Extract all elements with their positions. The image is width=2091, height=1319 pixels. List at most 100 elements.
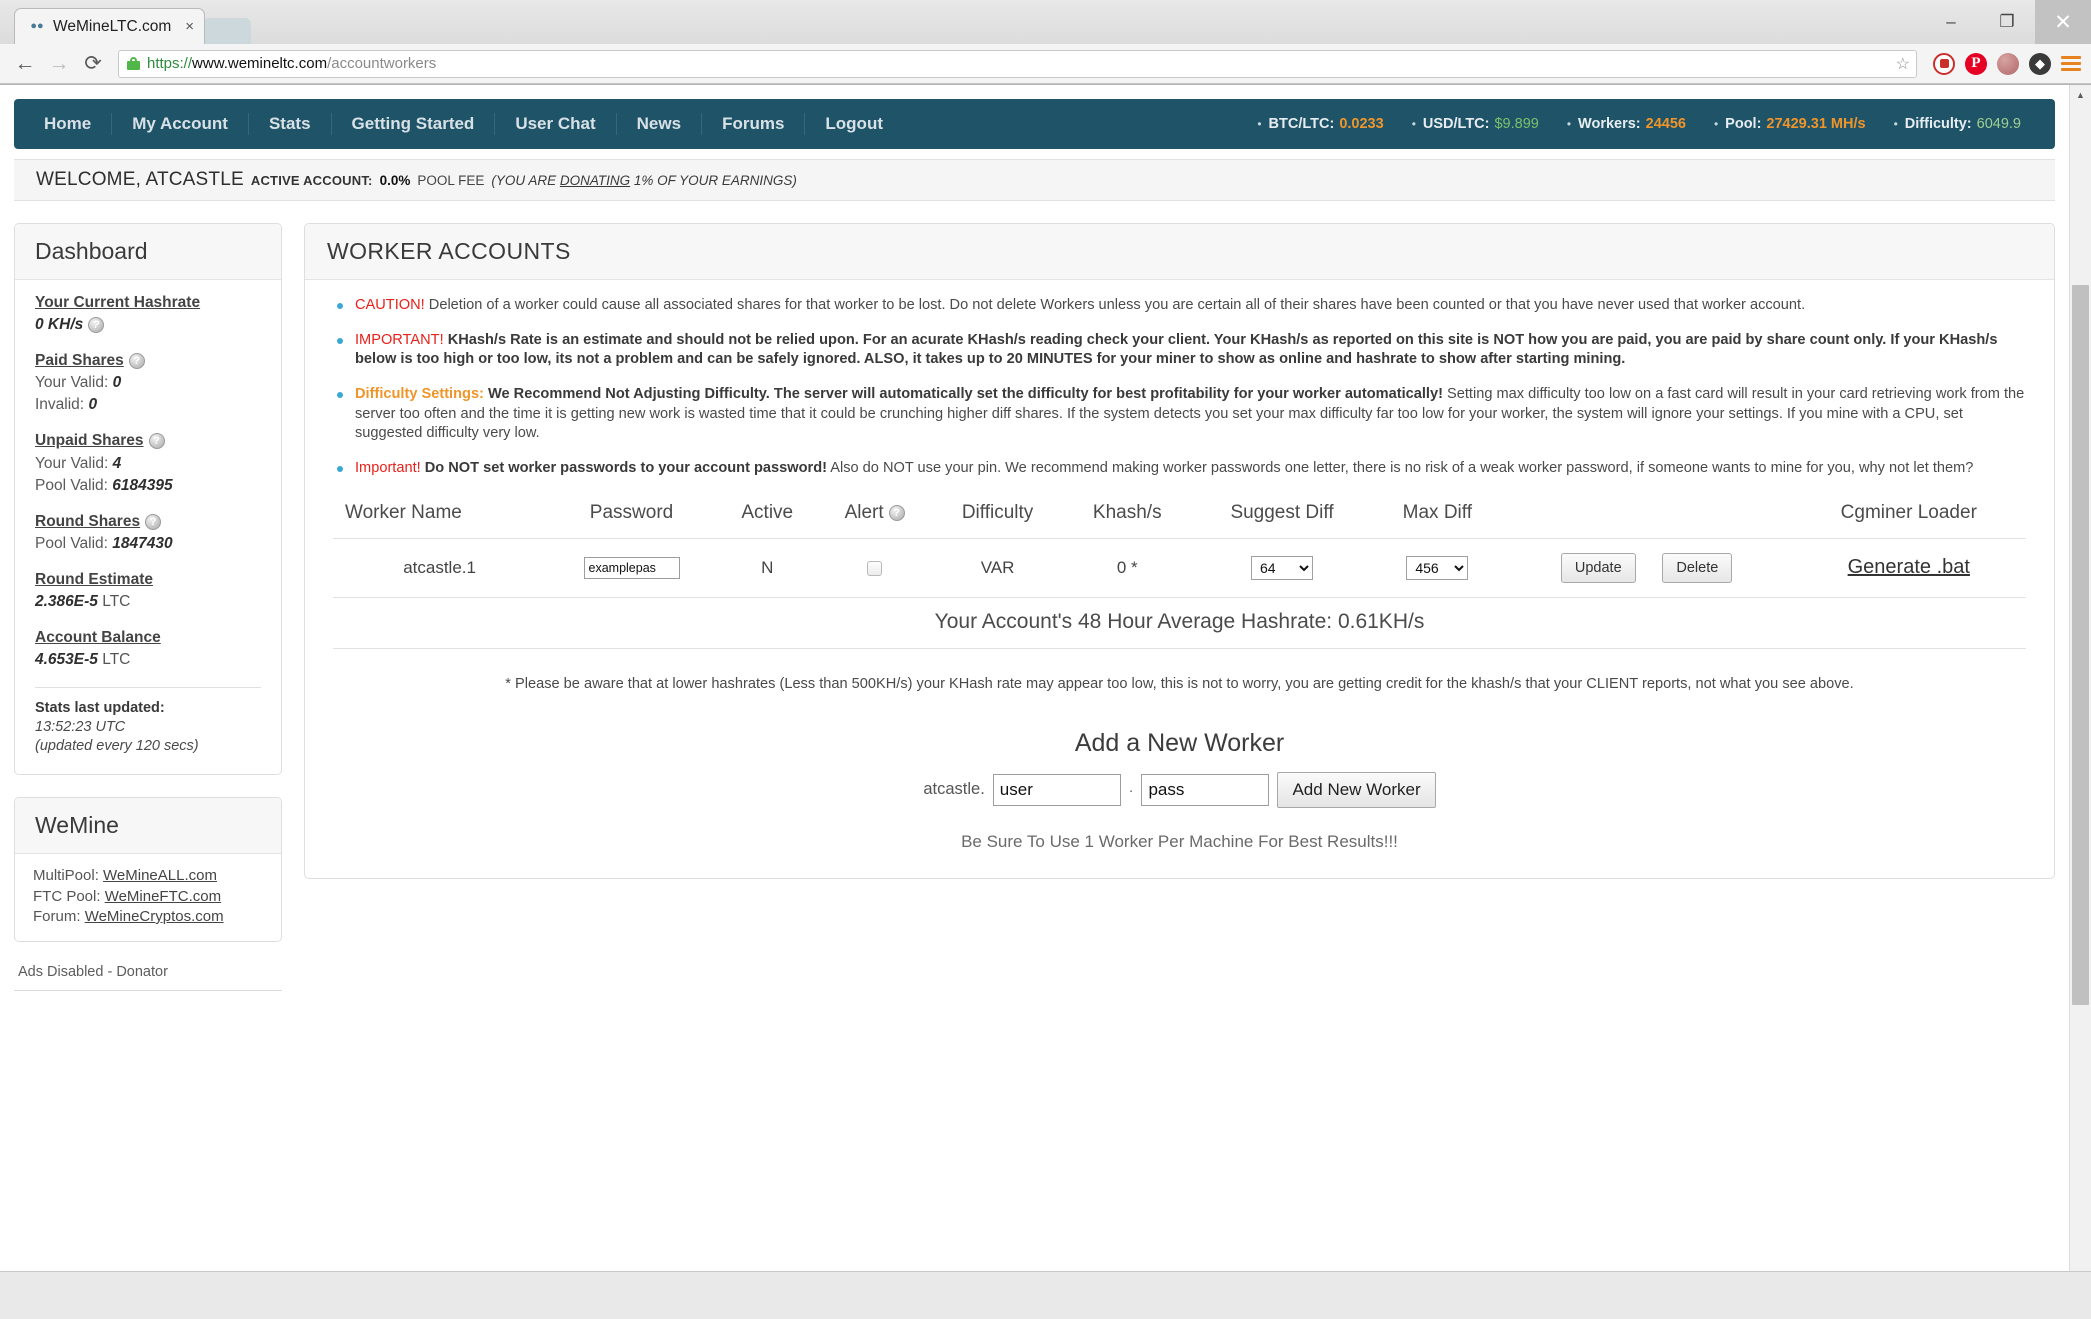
row-label: Your Valid: [35,454,109,472]
donating-link[interactable]: DONATING [560,173,630,188]
table-header-row: Worker Name Password Active Alert? Diffi… [333,493,2026,539]
workers-table-body: atcastle.1 N VAR 0 * [333,538,2026,597]
url-text: https://www.wemineltc.com/accountworkers [147,55,436,72]
bookmark-star-icon[interactable]: ☆ [1896,54,1910,74]
dash-value: 0 KH/s? [35,316,261,334]
tab-close-icon[interactable]: × [185,18,194,35]
notice-caution: CAUTION! Deletion of a worker could caus… [333,296,2026,316]
dash-title: Unpaid Shares [35,432,144,450]
table-row: atcastle.1 N VAR 0 * [333,538,2026,597]
main-column: WORKER ACCOUNTS CAUTION! Deletion of a w… [304,223,2055,879]
help-icon[interactable]: ? [148,433,165,450]
nav-item-getting-started[interactable]: Getting Started [332,113,496,135]
dashboard-body: Your Current Hashrate 0 KH/s? Paid Share… [15,280,281,774]
new-worker-username-input[interactable] [992,773,1121,806]
hashrate-footnote: * Please be aware that at lower hashrate… [505,675,1854,692]
balance-value: 4.653E-5 [35,651,98,669]
row-value: 4 [112,454,122,472]
weminecryptos-link[interactable]: WeMineCryptos.com [85,908,224,925]
notice-body: Deletion of a worker could cause all ass… [424,297,1806,313]
nav-item-my-account[interactable]: My Account [112,113,249,135]
evernote-icon[interactable]: ◆ [2029,52,2051,75]
worker-max-diff-cell: 456 [1373,538,1502,597]
help-icon[interactable]: ? [145,513,162,530]
welcome-bar: WELCOME, ATCASTLE ACTIVE ACCOUNT: 0.0% P… [14,159,2055,201]
dash-row: Your Valid: 0 [35,374,261,392]
reload-icon[interactable]: ⟳ [78,49,108,79]
site-navbar: Home My Account Stats Getting Started Us… [14,99,2055,149]
wemine-row-forum: Forum: WeMineCryptos.com [33,907,263,927]
dash-paid-shares: Paid Shares? Your Valid: 0 Invalid: 0 [35,352,261,414]
minimize-button[interactable]: – [1923,0,1979,44]
weminall-link[interactable]: WeMineALL.com [103,867,217,884]
row-value: 0 [112,374,122,392]
back-icon[interactable]: ← [10,49,40,79]
help-icon[interactable]: ? [888,504,905,521]
dash-account-balance: Account Balance 4.653E-5 LTC [35,629,261,669]
maximize-button[interactable]: ❐ [1979,0,2035,44]
th-actions [1501,493,1792,539]
th-difficulty: Difficulty [931,493,1064,539]
stat-label: USD/LTC: [1422,116,1490,132]
scrollbar-track[interactable] [2070,105,2091,1271]
browser-tab[interactable]: ●● WeMineLTC.com × [14,8,206,44]
th-khash: Khash/s [1063,493,1191,539]
scrollbar-thumb[interactable] [2072,285,2089,1005]
help-icon[interactable]: ? [128,353,145,370]
worker-name[interactable]: atcastle.1 [333,538,546,597]
forward-icon[interactable]: → [44,49,74,79]
adblock-icon[interactable] [1933,52,1955,75]
nav-item-forums[interactable]: Forums [702,113,806,135]
th-worker-name: Worker Name [333,493,547,539]
welcome-pool-fee: 0.0% [379,172,411,188]
stat-value: 6049.9 [1976,116,2021,132]
nav-stats: • BTC/LTC: 0.0233 • USD/LTC: $9.899 • Wo… [1243,116,2045,132]
wemineftc-link[interactable]: WeMineFTC.com [105,888,221,905]
average-hashrate: Your Account's 48 Hour Average Hashrate:… [333,596,2026,649]
donation-note-pre: (YOU ARE [491,172,560,188]
tomato-timer-icon[interactable] [1997,52,2019,75]
url-path: /accountworkers [327,55,437,72]
row-label: Pool Valid: [35,534,108,552]
pinterest-icon[interactable]: P [1965,52,1987,75]
close-window-button[interactable]: ✕ [2035,0,2091,44]
worker-suggest-diff-cell: 64 [1191,538,1373,597]
add-worker-separator: · [1128,781,1134,798]
update-button[interactable]: Update [1560,552,1636,583]
help-icon[interactable]: ? [88,317,105,334]
notices-list: CAUTION! Deletion of a worker could caus… [333,296,2026,479]
bullet-icon: • [1713,117,1719,131]
scroll-up-icon[interactable]: ▲ [2076,85,2085,105]
generate-bat-link[interactable]: Generate .bat [1848,556,1970,578]
new-tab-button[interactable] [203,18,252,44]
worker-cgminer-cell: Generate .bat [1792,538,2026,597]
page-scrollbar[interactable]: ▲ [2069,85,2091,1271]
suggest-diff-select[interactable]: 64 [1251,555,1314,580]
wemine-row-multipool: MultiPool: WeMineALL.com [33,866,263,886]
nav-item-home[interactable]: Home [24,113,113,135]
notice-tag: Important! [355,460,421,477]
wemine-title: WeMine [15,798,281,855]
max-diff-select[interactable]: 456 [1406,555,1469,580]
nav-item-user-chat[interactable]: User Chat [495,113,617,135]
stats-updated-title: Stats last updated: [35,700,165,717]
add-new-worker-button[interactable]: Add New Worker [1277,771,1436,808]
new-worker-password-input[interactable] [1141,773,1270,806]
th-password: Password [546,493,717,539]
row-value: 1847430 [112,534,173,552]
nav-item-stats[interactable]: Stats [249,113,332,135]
alert-checkbox[interactable] [867,560,883,576]
sidebar: Dashboard Your Current Hashrate 0 KH/s? … [14,223,282,992]
stat-value: 27429.31 MH/s [1766,116,1866,132]
address-bar[interactable]: https://www.wemineltc.com/accountworkers… [118,49,1917,78]
chrome-menu-icon[interactable] [2061,56,2081,71]
th-cgminer-loader: Cgminer Loader [1791,493,2026,539]
notice-tag: Difficulty Settings: [355,386,484,403]
nav-item-logout[interactable]: Logout [805,113,903,135]
delete-button[interactable]: Delete [1662,552,1733,583]
link-label: Forum: [33,907,81,925]
site-nav-links: Home My Account Stats Getting Started Us… [24,113,903,135]
notice-important-password: Important! Do NOT set worker passwords t… [333,459,2026,479]
worker-password-input[interactable] [583,556,680,579]
nav-item-news[interactable]: News [617,113,703,135]
